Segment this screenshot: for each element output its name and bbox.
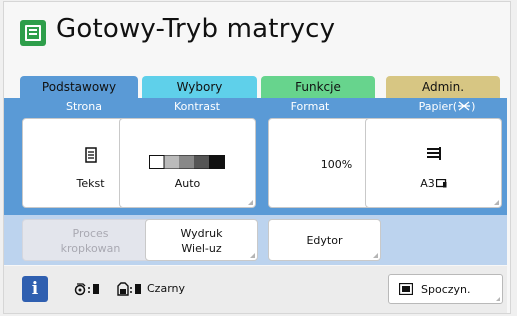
- ink-cartridge-icon: [117, 282, 141, 296]
- standby-button[interactable]: Spoczyn.: [388, 274, 503, 304]
- master-roll-icon: [74, 283, 99, 296]
- paper-stack-icon: [427, 147, 441, 160]
- page-title: Gotowy-Tryb matrycy: [56, 14, 336, 44]
- contrast-scale-icon: [149, 155, 225, 169]
- multi-print-line2: Wiel-uz: [181, 242, 222, 255]
- paper-header: Papier(): [382, 100, 512, 113]
- paper-feed-icon: [457, 100, 471, 113]
- editor-button[interactable]: Edytor: [268, 219, 381, 261]
- paper-button[interactable]: A3: [365, 118, 502, 208]
- multi-print-line1: Wydruk: [180, 227, 223, 240]
- ink-status: [116, 282, 144, 297]
- master-mode-icon: [20, 20, 46, 46]
- paper-header-label: Papier(: [418, 100, 458, 113]
- paper-size: A3: [366, 177, 501, 190]
- paper-orientation-icon: [435, 178, 447, 188]
- tab-functions[interactable]: Funkcje: [261, 76, 375, 98]
- multi-print-button[interactable]: Wydruk Wiel-uz: [145, 219, 258, 261]
- tab-admin[interactable]: Admin.: [386, 76, 500, 98]
- dot-process-button[interactable]: Proces kropkowan: [22, 219, 159, 261]
- contrast-button[interactable]: Auto: [119, 118, 256, 208]
- document-text-icon: [85, 147, 97, 163]
- dot-process-line1: Proces: [72, 227, 109, 240]
- tab-basic[interactable]: Podstawowy: [20, 76, 138, 98]
- info-button[interactable]: i: [22, 276, 48, 302]
- page-header: Strona: [65, 100, 103, 113]
- editor-label: Edytor: [306, 234, 343, 247]
- standby-label: Spoczyn.: [421, 283, 471, 296]
- master-status: [74, 282, 102, 297]
- paper-header-suffix: ): [471, 100, 476, 113]
- ink-color-label: Czarny: [147, 282, 186, 295]
- contrast-value: Auto: [174, 177, 201, 190]
- standby-icon: [399, 283, 413, 295]
- contrast-header: Kontrast: [174, 100, 220, 113]
- tab-options[interactable]: Wybory: [142, 76, 257, 98]
- format-header: Format: [290, 100, 330, 113]
- paper-size-value: A3: [420, 177, 435, 190]
- dot-process-line2: kropkowan: [60, 242, 121, 255]
